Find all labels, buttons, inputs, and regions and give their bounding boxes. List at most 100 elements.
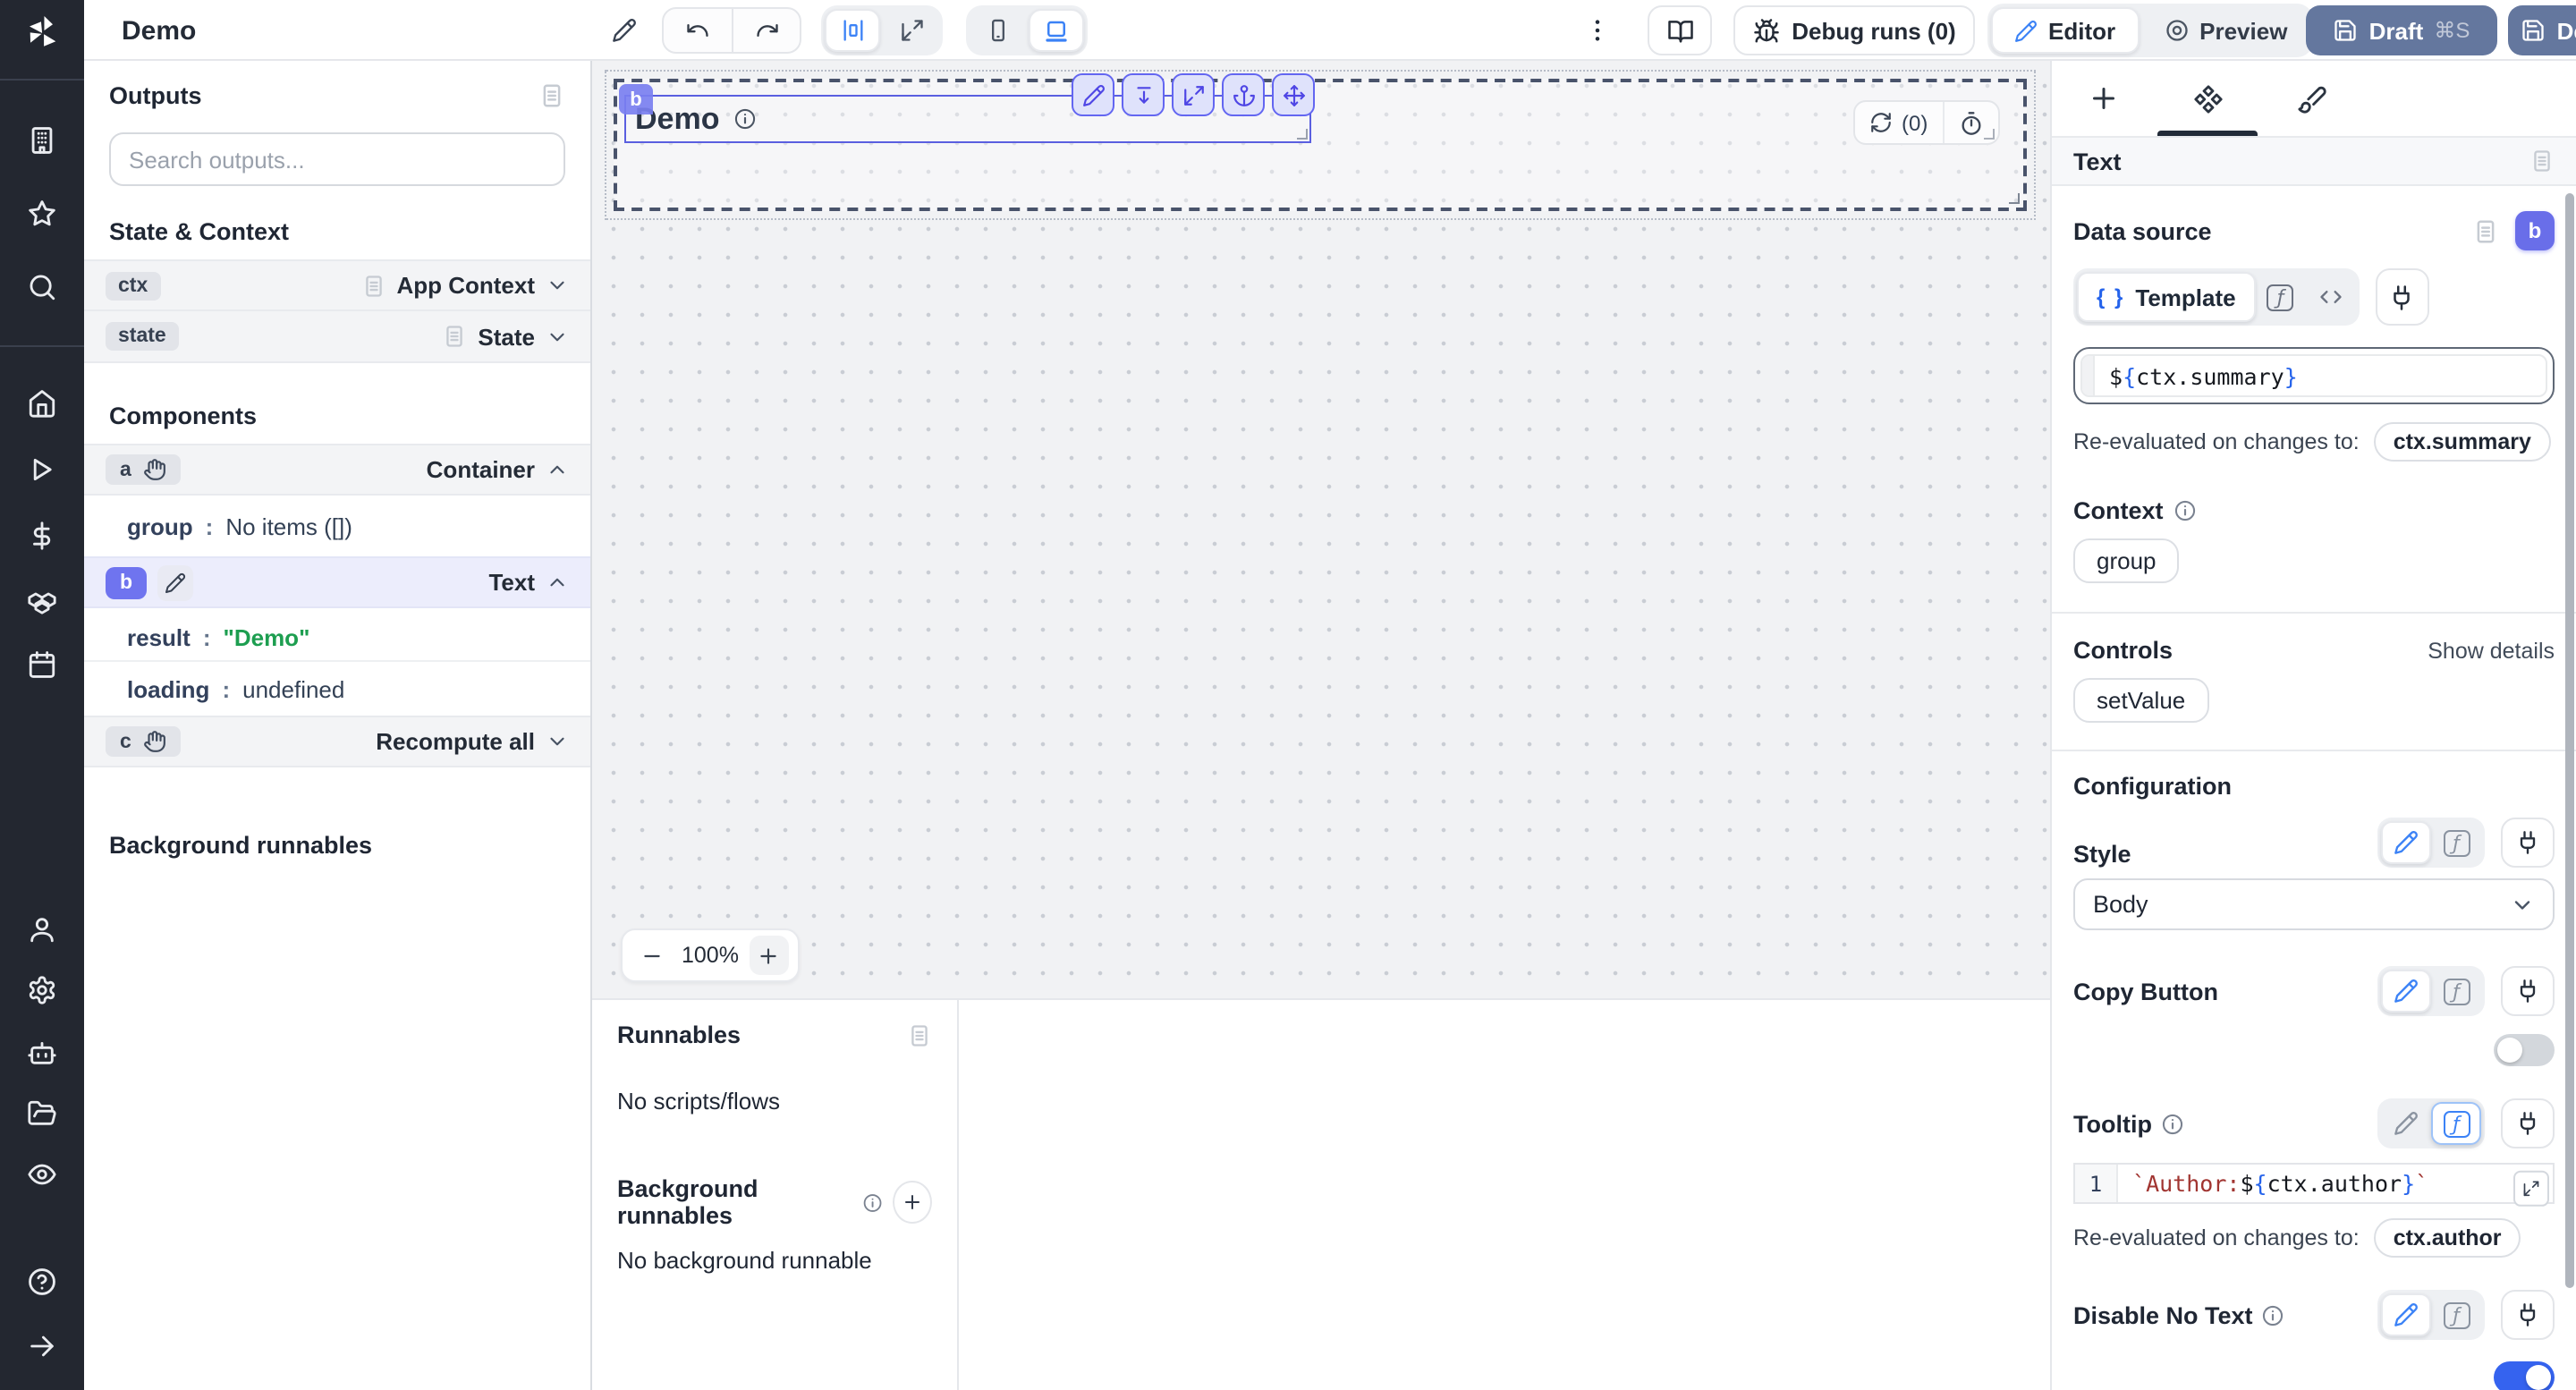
centered-layout-button[interactable] <box>825 9 880 52</box>
context-group-pill[interactable]: group <box>2073 538 2180 583</box>
output-prop-result[interactable]: result:"Demo" <box>84 608 590 662</box>
output-row-state[interactable]: state State <box>84 311 590 363</box>
tab-preview[interactable]: Preview <box>2142 7 2309 54</box>
sidebar-item-variables[interactable] <box>0 521 84 551</box>
sidebar-item-audit[interactable] <box>0 1159 84 1190</box>
search-outputs-input[interactable] <box>109 132 565 186</box>
doc-icon[interactable] <box>2472 217 2499 244</box>
info-icon[interactable] <box>862 1191 883 1214</box>
resize-handle[interactable] <box>1297 129 1308 140</box>
doc-icon[interactable] <box>538 82 565 109</box>
redo-button[interactable] <box>732 9 800 52</box>
sidebar-item-settings[interactable] <box>0 975 84 1005</box>
undo-button[interactable] <box>664 9 732 52</box>
code-mode-button[interactable] <box>2306 275 2356 318</box>
chevron-up-icon[interactable] <box>546 458 569 481</box>
sidebar-collapse-toggle[interactable] <box>0 1331 84 1361</box>
chevron-down-icon[interactable] <box>546 730 569 753</box>
component-row-b[interactable]: b Text <box>84 556 590 608</box>
output-prop-loading[interactable]: loading:undefined <box>84 662 590 716</box>
resize-handle[interactable] <box>1983 129 1994 140</box>
sidebar-item-folders[interactable] <box>0 1098 84 1129</box>
js-expression-button[interactable]: ƒ <box>2431 1102 2481 1145</box>
refresh-button[interactable]: (0) <box>1855 102 1942 143</box>
draft-button[interactable]: Draft ⌘S <box>2306 5 2497 55</box>
js-expression-button[interactable]: ƒ <box>2431 970 2481 1013</box>
deploy-button[interactable]: Deploy <box>2508 5 2576 55</box>
disable-no-text-toggle[interactable] <box>2494 1361 2555 1390</box>
sidebar-item-favorites[interactable] <box>0 199 84 229</box>
connect-button[interactable] <box>2501 818 2555 868</box>
style-select[interactable]: Body <box>2073 878 2555 930</box>
doc-icon[interactable] <box>907 1022 932 1047</box>
info-icon[interactable] <box>2174 499 2198 522</box>
show-details-link[interactable]: Show details <box>2428 638 2555 663</box>
docs-button[interactable] <box>1648 5 1712 55</box>
js-expression-button[interactable]: ƒ <box>2431 821 2481 864</box>
resize-handle[interactable] <box>2009 193 2020 204</box>
info-icon[interactable] <box>733 107 757 131</box>
tab-global-styling[interactable] <box>2259 61 2363 136</box>
chevron-down-icon[interactable] <box>546 274 569 297</box>
connect-button[interactable] <box>2376 268 2429 326</box>
zoom-in-button[interactable] <box>750 936 789 975</box>
static-value-button[interactable] <box>2381 970 2431 1013</box>
template-mode-button[interactable]: { } Template <box>2077 272 2256 322</box>
connect-button[interactable] <box>2501 966 2555 1016</box>
sidebar-item-ai[interactable] <box>0 1038 84 1068</box>
static-value-button[interactable] <box>2381 821 2431 864</box>
info-icon[interactable] <box>2262 1303 2285 1326</box>
component-row-a[interactable]: a Container <box>84 444 590 496</box>
chevron-up-icon[interactable] <box>546 571 569 594</box>
tab-editor[interactable]: Editor <box>1991 7 2139 54</box>
sidebar-item-home[interactable] <box>0 388 84 419</box>
more-menu-button[interactable] <box>1583 0 1612 61</box>
move-button[interactable] <box>1272 73 1315 116</box>
js-expression-button[interactable]: ƒ <box>2431 1293 2481 1336</box>
tab-component-settings[interactable] <box>2156 61 2259 136</box>
expand-editor-button[interactable] <box>2513 1170 2549 1206</box>
edit-component-button[interactable] <box>1072 73 1114 116</box>
edit-title-button[interactable] <box>612 0 637 61</box>
connect-button[interactable] <box>2501 1290 2555 1340</box>
sidebar-item-resources[interactable] <box>0 585 84 615</box>
fill-height-button[interactable] <box>1122 73 1165 116</box>
sidebar-item-help[interactable] <box>0 1267 84 1297</box>
connect-button[interactable] <box>2501 1098 2555 1148</box>
sidebar-item-schedules[interactable] <box>0 649 84 680</box>
zoom-out-button[interactable] <box>631 936 671 975</box>
state-context-title: State & Context <box>109 218 565 245</box>
template-input[interactable]: ${ctx.summary} <box>2080 354 2547 397</box>
copy-button-toggle[interactable] <box>2494 1034 2555 1066</box>
js-expression-button[interactable]: ƒ <box>2256 275 2306 318</box>
output-prop-group[interactable]: group:No items ([]) <box>84 496 590 556</box>
expand-button[interactable] <box>1172 73 1215 116</box>
info-icon[interactable] <box>2161 1112 2184 1135</box>
component-id-badge[interactable]: b <box>2515 211 2555 250</box>
component-row-c[interactable]: c Recompute all <box>84 716 590 767</box>
windmill-logo[interactable] <box>0 13 84 52</box>
full-width-button[interactable] <box>884 9 939 52</box>
anchor-button[interactable] <box>1222 73 1265 116</box>
dependency-pill[interactable]: ctx.author <box>2374 1218 2521 1258</box>
static-value-button[interactable] <box>2381 1102 2431 1145</box>
sidebar-item-users[interactable] <box>0 914 84 945</box>
dependency-pill[interactable]: ctx.summary <box>2374 422 2551 462</box>
tooltip-code-editor[interactable]: 1 `Author: ${ctx.author}` <box>2073 1163 2555 1204</box>
chevron-down-icon[interactable] <box>546 325 569 348</box>
desktop-view-button[interactable] <box>1029 9 1084 52</box>
sidebar-item-runs[interactable] <box>0 454 84 485</box>
setvalue-pill[interactable]: setValue <box>2073 678 2208 723</box>
edit-component-id-button[interactable] <box>157 564 193 600</box>
debug-runs-button[interactable]: Debug runs (0) <box>1733 5 1975 55</box>
sidebar-item-search[interactable] <box>0 272 84 302</box>
static-value-button[interactable] <box>2381 1293 2431 1336</box>
scrollbar-thumb[interactable] <box>2565 193 2574 1288</box>
tab-insert-component[interactable] <box>2052 61 2156 136</box>
output-row-ctx[interactable]: ctx App Context <box>84 259 590 311</box>
app-canvas[interactable]: b Demo (0) <box>592 61 2050 998</box>
doc-icon[interactable] <box>2529 148 2555 174</box>
mobile-view-button[interactable] <box>970 9 1025 52</box>
add-background-runnable-button[interactable] <box>894 1181 932 1224</box>
sidebar-item-workspace[interactable] <box>0 125 84 156</box>
